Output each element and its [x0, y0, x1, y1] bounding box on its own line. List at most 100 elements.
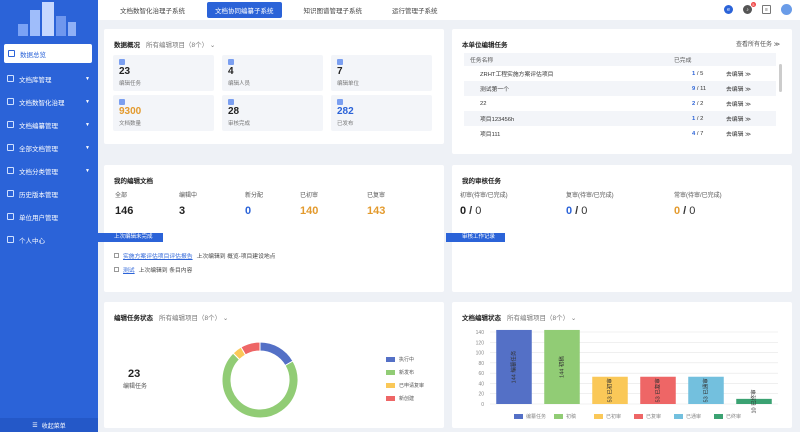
stat-value: 23	[119, 66, 131, 77]
task-name: ZRHT工程实施方案评估项目	[480, 72, 554, 78]
system-tab-0[interactable]: 文档数智化治理子系统	[112, 2, 193, 18]
task-progress: 2 / 2	[692, 100, 704, 107]
edit-task-link[interactable]: 去编辑 ≫	[726, 96, 776, 111]
edit-task-link[interactable]: 去编辑 ≫	[726, 66, 776, 81]
legend-item[interactable]: 执行中	[386, 356, 424, 363]
edit-task-link[interactable]: 去编辑 ≫	[726, 81, 776, 96]
donut-slice[interactable]	[259, 341, 294, 367]
y-tick-label: 100	[476, 351, 485, 357]
sidebar-item-7[interactable]: 单位用户管理	[0, 205, 98, 228]
sidebar-item-1[interactable]: 文档库管理 ▼	[0, 67, 98, 90]
y-tick-label: 40	[478, 381, 484, 387]
legend-label[interactable]: 已终审	[726, 413, 741, 420]
legend-label[interactable]: 已复审	[646, 413, 661, 420]
doc-link[interactable]: 实施方案评估项目评估报告	[123, 251, 193, 260]
collapse-menu-button[interactable]: ☰ 收起菜单	[0, 418, 98, 432]
sidebar-item-label: 文档分类管理	[19, 168, 58, 176]
sidebar-item-5[interactable]: 文档分类管理 ▼	[0, 159, 98, 182]
stat-label: 编辑单位	[337, 81, 360, 87]
legend-label: 已申请复审	[399, 383, 425, 389]
my-docs-card: 我的编辑文档 全部 146 编辑中 3 新分配 0 已初审 140 已复审 143 上次编辑未完成…	[98, 165, 444, 292]
task-name: 测试第一个	[464, 81, 674, 96]
document-icon[interactable]: ≡	[762, 5, 771, 14]
summary-label: 新分配	[245, 193, 264, 199]
menu-item-icon	[7, 98, 14, 105]
y-tick-label: 80	[478, 361, 484, 367]
task-total: 23	[128, 368, 141, 380]
stat-card: 282 已发布	[331, 95, 432, 131]
legend-label[interactable]: 初稿	[566, 413, 576, 420]
legend-item[interactable]: 新发布	[386, 369, 424, 376]
sidebar-item-label: 数据总览	[20, 51, 46, 59]
stat-value: 7	[337, 66, 343, 77]
doc-status-title: 文档编辑状态	[462, 315, 501, 322]
stat-icon	[119, 99, 125, 105]
bar-label: 53 已通审	[701, 378, 709, 403]
tasks-title: 本单位编辑任务	[462, 42, 508, 49]
table-row: 项目123456h 1 / 2 去编辑 ≫	[464, 111, 776, 126]
task-status-title: 编辑任务状态	[114, 315, 153, 322]
task-status-filter[interactable]: 所有编辑项目（8个） ⌄	[159, 315, 228, 322]
stat-label: 编辑任务	[119, 81, 142, 87]
legend-item[interactable]: 已申请复审	[386, 382, 424, 389]
summary-label: 已初审	[300, 193, 319, 199]
sidebar-item-8[interactable]: 个人中心	[0, 228, 98, 251]
legend-swatch	[674, 414, 683, 419]
overview-title: 数据概况	[114, 42, 140, 49]
sidebar-item-2[interactable]: 文档数智化治理 ▼	[0, 90, 98, 113]
recent-doc-item: 实施方案评估项目评估报告 上次编辑到 概览-项目建设地点	[114, 251, 275, 260]
task-status-donut	[221, 341, 299, 419]
stat-card: 7 编辑单位	[331, 55, 432, 91]
donut-slice[interactable]	[240, 341, 261, 356]
sidebar-item-3[interactable]: 文档编纂管理 ▼	[0, 113, 98, 136]
sidebar-item-label: 文档库管理	[19, 76, 52, 84]
notification-badge: 5	[750, 2, 756, 7]
system-tab-3[interactable]: 运行管理子系统	[384, 2, 446, 18]
bar-label: 53 已复审	[653, 378, 661, 403]
system-tab-1[interactable]: 文档协同编纂子系统	[207, 2, 282, 18]
sidebar-item-4[interactable]: 全部文档管理 ▼	[0, 136, 98, 159]
stat-card: 9300 文档数量	[113, 95, 214, 131]
summary-value: 3	[179, 205, 186, 217]
sidebar: 数据总览文档库管理 ▼ 文档数智化治理 ▼ 文档编纂管理 ▼ 全部文档管理 ▼ 文档分类管理 ▼ 历…	[0, 0, 98, 432]
help-icon[interactable]: e	[724, 5, 733, 14]
sidebar-item-label: 全部文档管理	[19, 145, 58, 153]
top-bar: 文档数智化治理子系统 文档协同编纂子系统 知识图谱管理子系统 运行管理子系统 e ♪ 5…	[98, 0, 800, 20]
edit-task-link[interactable]: 去编辑 ≫	[726, 111, 776, 126]
summary-label: 编辑中	[179, 193, 198, 199]
review-label: 初审(待审/已完成)	[460, 193, 508, 199]
bell-icon[interactable]: ♪ 5	[743, 2, 756, 14]
avatar[interactable]	[781, 4, 792, 15]
doc-status-filter[interactable]: 所有编辑项目（8个） ⌄	[507, 315, 576, 322]
view-all-tasks-link[interactable]: 查看所有任务 ≫	[736, 39, 780, 48]
doc-progress-text: 上次编辑到 条目内容	[138, 268, 193, 274]
legend-label[interactable]: 已通审	[686, 413, 701, 420]
y-tick-label: 20	[478, 392, 484, 398]
sidebar-item-6[interactable]: 历史版本管理	[0, 182, 98, 205]
sidebar-item-label: 文档数智化治理	[19, 99, 65, 107]
task-name: 22	[480, 100, 487, 107]
task-name: 项目123456h	[464, 111, 674, 126]
legend-swatch	[554, 414, 563, 419]
doc-icon	[114, 253, 119, 258]
stat-icon	[337, 59, 343, 65]
review-value: 0 / 0	[460, 205, 482, 217]
menu-item-icon	[8, 50, 15, 57]
scrollbar[interactable]	[779, 64, 782, 92]
stat-value: 282	[337, 106, 354, 117]
edit-task-link[interactable]: 去编辑 ≫	[726, 126, 776, 141]
doc-link[interactable]: 测试	[123, 265, 135, 274]
legend-item[interactable]: 新创建	[386, 395, 424, 402]
my-docs-title: 我的编辑文档	[114, 178, 153, 185]
legend-label[interactable]: 编纂任务	[526, 413, 546, 420]
collapse-icon: ☰	[32, 422, 38, 429]
review-log-flag[interactable]: 审核工作记录	[446, 233, 506, 242]
sidebar-item-0[interactable]: 数据总览	[4, 44, 92, 63]
header-done: 已完成	[674, 53, 726, 66]
legend-label: 新发布	[399, 370, 415, 376]
system-tab-2[interactable]: 知识图谱管理子系统	[296, 2, 371, 18]
project-filter[interactable]: 所有编辑项目（8个） ⌄	[146, 42, 215, 49]
summary-label: 全部	[115, 193, 128, 199]
legend-label[interactable]: 已初审	[606, 413, 621, 420]
task-status-card: 编辑任务状态 所有编辑项目（8个） ⌄ 23 编辑任务 执行中 新发布 已申请复审 新创…	[104, 302, 444, 428]
